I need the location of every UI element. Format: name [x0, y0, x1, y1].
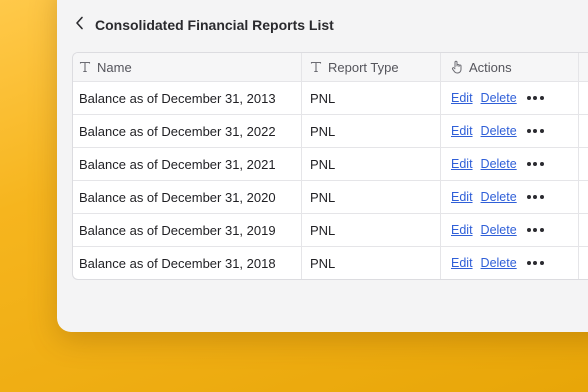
column-header-report-type[interactable]: Report Type	[302, 53, 441, 81]
page-header: Consolidated Financial Reports List	[71, 14, 334, 36]
hand-pointer-icon	[451, 60, 463, 74]
cell-extra	[579, 247, 588, 279]
cell-extra	[579, 214, 588, 246]
cell-report-type: PNL	[302, 115, 441, 147]
cell-report-type: PNL	[302, 181, 441, 213]
cell-actions: Edit Delete	[441, 115, 579, 147]
delete-link[interactable]: Delete	[481, 256, 517, 270]
delete-link[interactable]: Delete	[481, 190, 517, 204]
back-button[interactable]	[71, 14, 89, 36]
edit-link[interactable]: Edit	[451, 256, 473, 270]
delete-link[interactable]: Delete	[481, 223, 517, 237]
cell-name: Balance as of December 31, 2018	[73, 247, 302, 279]
cell-actions: Edit Delete	[441, 82, 579, 114]
column-header-label: Actions	[469, 59, 512, 75]
cell-extra	[579, 115, 588, 147]
column-header-actions[interactable]: Actions	[441, 53, 579, 81]
cell-name: Balance as of December 31, 2013	[73, 82, 302, 114]
edit-link[interactable]: Edit	[451, 223, 473, 237]
cell-report-type: PNL	[302, 82, 441, 114]
table-row[interactable]: Balance as of December 31, 2018 PNL Edit…	[73, 247, 588, 279]
column-header-label: Report Type	[328, 59, 399, 75]
cell-extra	[579, 148, 588, 180]
app-window: Consolidated Financial Reports List Name…	[57, 0, 588, 332]
more-options-icon[interactable]	[526, 90, 547, 106]
cell-extra	[579, 82, 588, 114]
cell-actions: Edit Delete	[441, 181, 579, 213]
cell-name: Balance as of December 31, 2021	[73, 148, 302, 180]
text-type-icon	[310, 61, 322, 73]
cell-name: Balance as of December 31, 2020	[73, 181, 302, 213]
more-options-icon[interactable]	[526, 189, 547, 205]
edit-link[interactable]: Edit	[451, 124, 473, 138]
cell-actions: Edit Delete	[441, 214, 579, 246]
cell-name: Balance as of December 31, 2022	[73, 115, 302, 147]
table-header-row: Name Report Type Actions	[73, 53, 588, 82]
reports-table: Name Report Type Actions Balance as of D…	[72, 52, 588, 280]
chevron-left-icon	[75, 16, 85, 35]
cell-report-type: PNL	[302, 148, 441, 180]
column-header-extra	[579, 53, 588, 81]
delete-link[interactable]: Delete	[481, 91, 517, 105]
delete-link[interactable]: Delete	[481, 124, 517, 138]
cell-report-type: PNL	[302, 247, 441, 279]
delete-link[interactable]: Delete	[481, 157, 517, 171]
table-row[interactable]: Balance as of December 31, 2013 PNL Edit…	[73, 82, 588, 115]
cell-actions: Edit Delete	[441, 148, 579, 180]
edit-link[interactable]: Edit	[451, 157, 473, 171]
more-options-icon[interactable]	[526, 222, 547, 238]
column-header-label: Name	[97, 59, 132, 75]
table-row[interactable]: Balance as of December 31, 2020 PNL Edit…	[73, 181, 588, 214]
edit-link[interactable]: Edit	[451, 91, 473, 105]
table-row[interactable]: Balance as of December 31, 2021 PNL Edit…	[73, 148, 588, 181]
table-row[interactable]: Balance as of December 31, 2022 PNL Edit…	[73, 115, 588, 148]
table-row[interactable]: Balance as of December 31, 2019 PNL Edit…	[73, 214, 588, 247]
more-options-icon[interactable]	[526, 156, 547, 172]
cell-actions: Edit Delete	[441, 247, 579, 279]
cell-extra	[579, 181, 588, 213]
more-options-icon[interactable]	[526, 123, 547, 139]
more-options-icon[interactable]	[526, 255, 547, 271]
page-title: Consolidated Financial Reports List	[95, 17, 334, 33]
column-header-name[interactable]: Name	[73, 53, 302, 81]
cell-report-type: PNL	[302, 214, 441, 246]
text-type-icon	[79, 61, 91, 73]
edit-link[interactable]: Edit	[451, 190, 473, 204]
cell-name: Balance as of December 31, 2019	[73, 214, 302, 246]
